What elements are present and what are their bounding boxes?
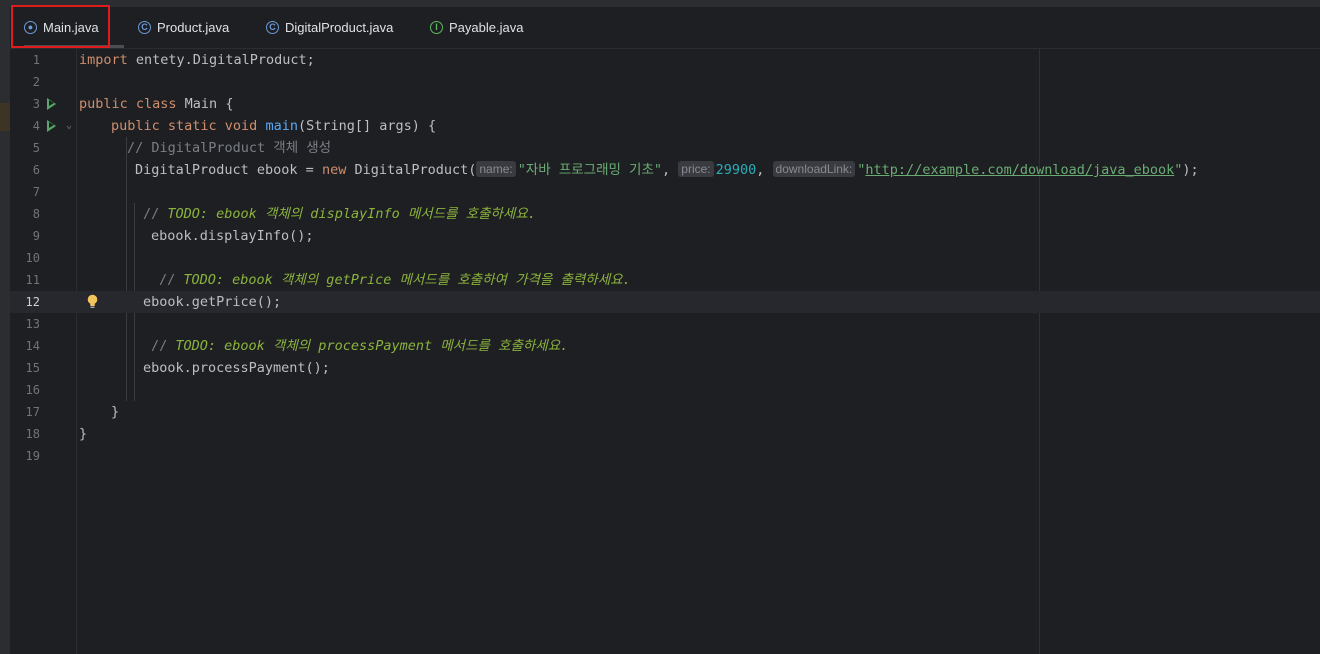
code-line[interactable]: 10 (10, 247, 1320, 269)
todo-comment: // TODO: ebook 객체의 processPayment 메서드를 호… (151, 338, 569, 354)
annotation-highlight-box (11, 5, 110, 48)
left-tool-strip (0, 7, 10, 654)
code-line[interactable]: 11 // TODO: ebook 객체의 getPrice 메서드를 호출하여… (10, 269, 1320, 291)
line-number: 11 (25, 273, 40, 287)
code-line[interactable]: 4 ⌄ public static void main(String[] arg… (10, 115, 1320, 137)
todo-comment: // TODO: ebook 객체의 getPrice 메서드를 호출하여 가격… (159, 272, 631, 288)
line-number: 14 (25, 339, 40, 353)
code-line[interactable]: 13 (10, 313, 1320, 335)
code-line[interactable]: 1 import entety.DigitalProduct; (10, 49, 1320, 71)
code-line[interactable]: 8 // TODO: ebook 객체의 displayInfo 메서드를 호출… (10, 203, 1320, 225)
param-hint-price: price: (678, 161, 714, 177)
code-comment: // DigitalProduct 객체 생성 (127, 140, 332, 156)
line-number: 8 (32, 207, 40, 221)
code-text: ebook.processPayment(); (143, 360, 330, 376)
param-hint-download-link: downloadLink: (772, 161, 856, 177)
line-number: 17 (25, 405, 40, 419)
tab-digitalproduct-java[interactable]: C DigitalProduct.java (266, 7, 393, 48)
closing-brace: } (111, 404, 120, 420)
line-number: 13 (25, 317, 40, 331)
window-top-strip (0, 0, 1320, 7)
code-text: import entety.DigitalProduct; (79, 52, 315, 68)
download-url-link[interactable]: http://example.com/download/java_ebook (865, 162, 1174, 178)
line-number: 19 (25, 449, 40, 463)
line-number: 15 (25, 361, 40, 375)
line-number: 6 (32, 163, 40, 177)
current-code-line[interactable]: 12 ebook.getPrice(); (10, 291, 1320, 313)
line-number: 2 (32, 75, 40, 89)
run-icon[interactable] (47, 98, 57, 110)
tab-product-java[interactable]: C Product.java (138, 7, 229, 48)
todo-comment: // TODO: ebook 객체의 displayInfo 메서드를 호출하세… (143, 206, 536, 222)
code-line[interactable]: 7 (10, 181, 1320, 203)
code-text: public static void main(String[] args) { (111, 118, 437, 134)
lightbulb-icon[interactable] (87, 294, 98, 310)
tab-payable-java[interactable]: I Payable.java (430, 7, 523, 48)
editor-tab-bar: ● Main.java C Product.java C DigitalProd… (10, 7, 1320, 49)
param-hint-name: name: (476, 161, 516, 177)
line-number: 18 (25, 427, 40, 441)
run-icon[interactable] (47, 120, 57, 132)
java-class-icon: C (138, 21, 151, 34)
code-line[interactable]: 18 } (10, 423, 1320, 445)
line-number: 9 (32, 229, 40, 243)
line-number: 1 (32, 53, 40, 67)
code-text: DigitalProduct ebook = new DigitalProduc… (135, 161, 1199, 178)
code-line[interactable]: 9 ebook.displayInfo(); (10, 225, 1320, 247)
tab-label: Payable.java (449, 20, 524, 35)
line-number: 4 (32, 119, 40, 133)
line-number: 12 (25, 295, 40, 309)
line-number: 5 (32, 141, 40, 155)
code-line[interactable]: 3 public class Main { (10, 93, 1320, 115)
code-line[interactable]: 14 // TODO: ebook 객체의 processPayment 메서드… (10, 335, 1320, 357)
line-number: 7 (32, 185, 40, 199)
line-number: 10 (25, 251, 40, 265)
fold-chevron-icon[interactable]: ⌄ (66, 115, 72, 137)
code-editor[interactable]: 1 import entety.DigitalProduct; 2 3 publ… (10, 49, 1320, 654)
tab-label: DigitalProduct.java (285, 20, 394, 35)
code-text: ebook.getPrice(); (143, 294, 282, 310)
left-strip-marker (0, 103, 10, 131)
code-text: ebook.displayInfo(); (151, 228, 314, 244)
closing-brace: } (79, 426, 88, 442)
line-number: 3 (32, 97, 40, 111)
code-line[interactable]: 16 (10, 379, 1320, 401)
code-line[interactable]: 6 DigitalProduct ebook = new DigitalProd… (10, 159, 1320, 181)
java-interface-icon: I (430, 21, 443, 34)
code-line[interactable]: 15 ebook.processPayment(); (10, 357, 1320, 379)
code-line[interactable]: 17 } (10, 401, 1320, 423)
code-line[interactable]: 19 (10, 445, 1320, 467)
code-line[interactable]: 2 (10, 71, 1320, 93)
tab-label: Product.java (157, 20, 230, 35)
code-line[interactable]: 5 // DigitalProduct 객체 생성 (10, 137, 1320, 159)
line-number: 16 (25, 383, 40, 397)
java-class-icon: C (266, 21, 279, 34)
code-text: public class Main { (79, 96, 234, 112)
